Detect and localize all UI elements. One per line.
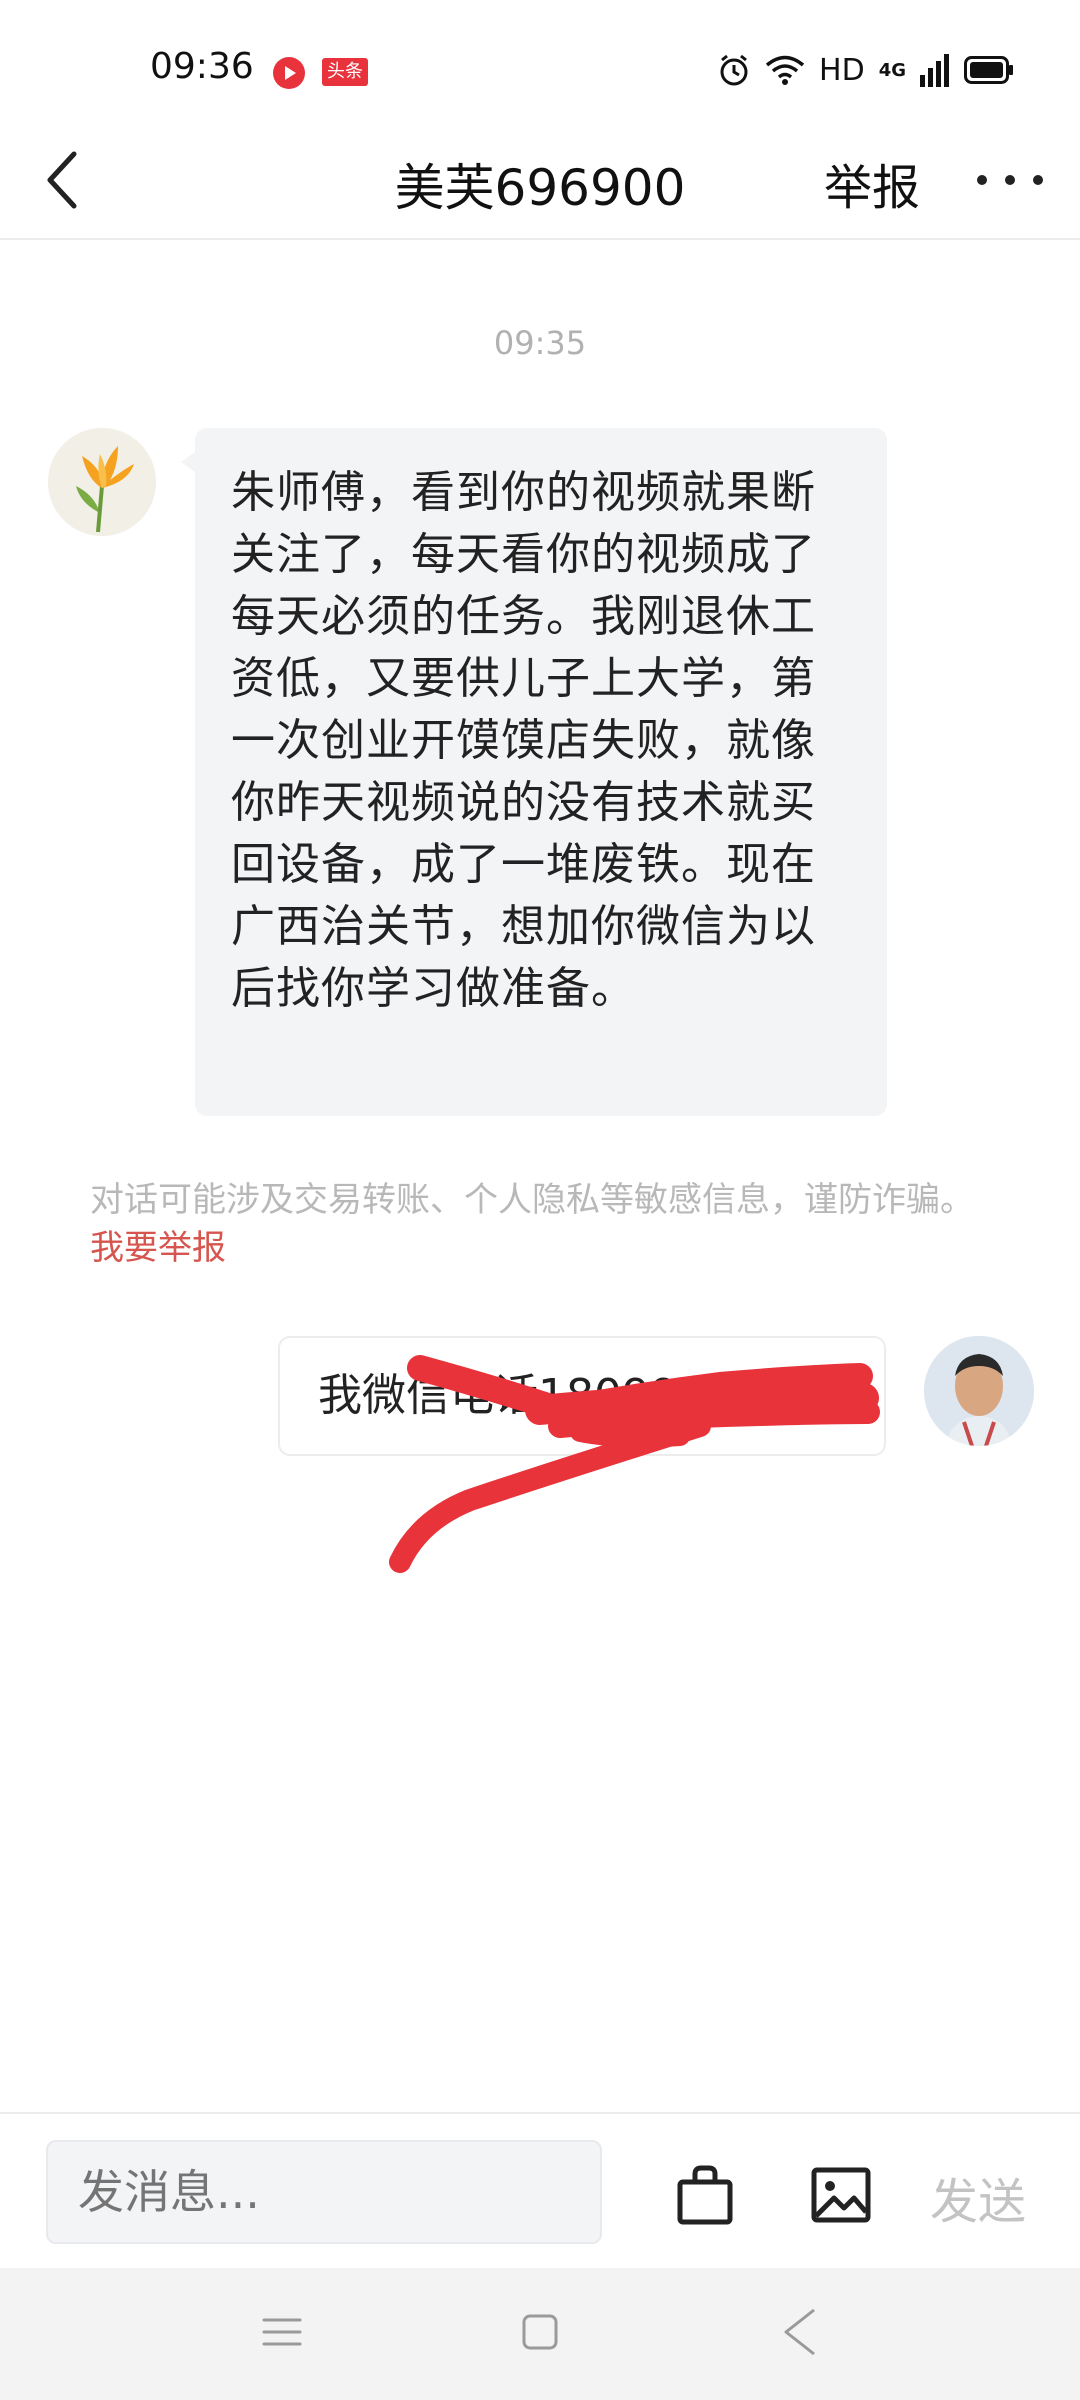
shop-button[interactable]: [672, 2162, 738, 2228]
user-avatar-image: [924, 1336, 1034, 1446]
alarm-icon: [720, 54, 748, 86]
chat-header: 美芙696900 举报: [0, 120, 1080, 240]
recent-apps-button[interactable]: [258, 2308, 306, 2356]
image-icon: [811, 2167, 871, 2223]
back-icon: [784, 2308, 815, 2356]
image-button[interactable]: [808, 2162, 874, 2228]
fraud-warning-text: 对话可能涉及交易转账、个人隐私等敏感信息，谨防诈骗。: [90, 1180, 974, 1220]
report-button[interactable]: 举报: [824, 148, 920, 218]
status-bar: 09:36 头条 HD 4G: [0, 0, 1080, 120]
signal-icon: [920, 54, 949, 87]
fraud-warning: 对话可能涉及交易转账、个人隐私等敏感信息，谨防诈骗。我要举报: [90, 1176, 990, 1272]
network-hd-label: HD: [819, 52, 865, 88]
message-timestamp: 09:35: [493, 324, 587, 362]
input-bar: 发送: [0, 2112, 1080, 2268]
wifi-icon: [765, 55, 805, 85]
message-input[interactable]: [46, 2140, 602, 2244]
menu-icon: [262, 2318, 302, 2346]
sent-message-bubble[interactable]: 我微信电话1809999999: [278, 1336, 886, 1456]
system-nav-bar: [0, 2268, 1080, 2400]
more-dots-icon: [977, 175, 1043, 185]
home-button[interactable]: [516, 2308, 564, 2356]
status-icons: HD 4G: [717, 50, 1014, 90]
user-avatar[interactable]: [924, 1336, 1034, 1446]
nav-back-button[interactable]: [772, 2304, 832, 2360]
home-icon: [522, 2314, 558, 2350]
battery-icon: [964, 56, 1013, 84]
toutiao-app-icon: 头条: [322, 58, 368, 86]
send-button[interactable]: 发送: [930, 2162, 1026, 2232]
network-type-label: 4G: [878, 59, 906, 81]
video-app-icon: [273, 57, 305, 89]
tulip-avatar-image: [48, 428, 156, 536]
more-button[interactable]: [970, 160, 1050, 200]
shopping-bag-icon: [677, 2165, 733, 2225]
status-time: 09:36: [150, 46, 254, 87]
report-link[interactable]: 我要举报: [90, 1228, 226, 1268]
sender-avatar[interactable]: [48, 428, 156, 536]
received-message-bubble[interactable]: 朱师傅，看到你的视频就果断关注了，每天看你的视频成了每天必须的任务。我刚退休工资…: [181, 428, 887, 1116]
